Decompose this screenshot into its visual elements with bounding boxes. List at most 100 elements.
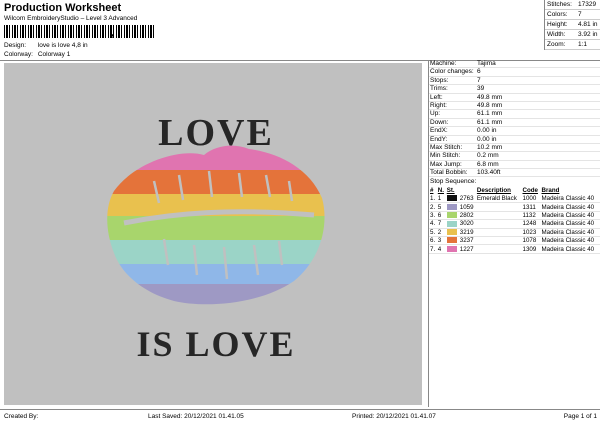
- machine-info-label: Color changes:: [430, 68, 474, 76]
- stitch-count: 2763: [458, 194, 476, 204]
- column-header: Code: [522, 186, 538, 194]
- stitches-value: 17329: [578, 1, 597, 8]
- thread-description: [475, 211, 522, 221]
- thread-description: [475, 236, 522, 246]
- table-row: 5. 2 3219 1023 Madeira Classic 40: [429, 228, 600, 237]
- thread-description: [475, 228, 522, 237]
- rainbow-lips: [107, 145, 325, 305]
- table-row: 2. 5 1059 1311 Madeira Classic 40: [429, 202, 600, 212]
- machine-info-value: 0.00 in: [477, 127, 497, 135]
- machine-info-value: 49.8 mm: [477, 101, 503, 109]
- thread-brand: Madeira Classic 40: [540, 194, 600, 204]
- color-swatch: [446, 203, 457, 210]
- column-header: Description: [476, 186, 511, 194]
- thread-code: 1309: [521, 244, 541, 254]
- lip-stripe-orange: [107, 170, 325, 194]
- colors-label: Colors:: [547, 11, 568, 18]
- sequence-number: 4.: [429, 219, 437, 229]
- machine-info-row: EndX: 0.00 in: [429, 127, 600, 136]
- thread-code: 1132: [521, 211, 541, 221]
- thread-description: Emerald Black: [475, 194, 522, 204]
- thread-code: 1311: [521, 202, 541, 212]
- machine-info-label: EndY:: [430, 135, 448, 143]
- colorway-label: Colorway:: [4, 51, 33, 58]
- column-header: N.: [437, 186, 444, 194]
- color-swatch: [446, 245, 457, 252]
- design-row: Design: love is love 4,8 in: [4, 42, 88, 49]
- machine-info-value: Tajima: [477, 60, 496, 67]
- machine-info-row: Max Stitch: 10.2 mm: [429, 144, 600, 153]
- lip-stripe-teal: [107, 240, 325, 264]
- column-header: St.: [446, 186, 455, 194]
- machine-info-label: Up:: [430, 110, 441, 118]
- love-heading: LOVE: [158, 112, 274, 154]
- needle-number: 3: [436, 236, 446, 246]
- thread-description: [475, 244, 522, 254]
- page-number: Page 1 of 1: [563, 413, 597, 420]
- needle-number: 4: [436, 244, 446, 254]
- needle-number: 1: [436, 194, 446, 204]
- created-by: Created By:: [4, 413, 39, 420]
- design-value: love is love 4,8 in: [37, 42, 88, 49]
- thread-code: 1078: [521, 236, 541, 246]
- lip-stripe-lavender: [107, 284, 325, 305]
- machine-info-row: Down: 61.1 mm: [429, 119, 600, 128]
- stitch-count: 1227: [458, 244, 476, 254]
- machine-info-row: Stops: 7: [429, 77, 600, 86]
- software-subtitle: Wilcom EmbroideryStudio – Level 3 Advanc…: [4, 15, 138, 22]
- table-row: 1. 1 2763 Emerald Black 1000 Madeira Classic …: [429, 194, 600, 204]
- colorway-row: Colorway: Colorway 1: [4, 51, 70, 58]
- color-swatch-cell: [445, 228, 459, 237]
- machine-info-label: Right:: [430, 101, 447, 109]
- machine-info-value: 6.8 mm: [477, 160, 499, 168]
- colors-value: 7: [578, 11, 582, 18]
- lip-stripe-blue: [107, 264, 325, 284]
- stitch-count: 3219: [458, 228, 476, 237]
- machine-info-label: Max Jump:: [430, 160, 462, 168]
- machine-info-value: 0.2 mm: [477, 152, 499, 160]
- color-swatch: [446, 229, 457, 236]
- machine-info-panel: Machine: Tajima Color changes: 6 Stops: 7 Trim…: [428, 60, 600, 407]
- stop-sequence-table: # N. St. Description Code Brand 1. 1 2763 Emeral…: [429, 186, 600, 254]
- needle-number: 2: [436, 228, 446, 237]
- stitches-label: Stitches:: [547, 1, 572, 8]
- color-swatch: [446, 195, 457, 202]
- color-swatch-cell: [445, 194, 459, 204]
- table-row: 3. 6 2802 1132 Madeira Classic 40: [429, 211, 600, 221]
- stitch-count: 3237: [458, 236, 476, 246]
- machine-info-label: Machine:: [430, 60, 457, 67]
- machine-info-label: EndX:: [430, 127, 448, 135]
- color-swatch: [446, 220, 457, 227]
- thread-brand: Madeira Classic 40: [540, 236, 600, 246]
- machine-info-row: Max Jump: 6.8 mm: [429, 160, 600, 170]
- thread-brand: Madeira Classic 40: [540, 202, 600, 212]
- is-love-heading: IS LOVE: [136, 324, 295, 364]
- machine-info-value: 103.40ft: [477, 169, 501, 177]
- machine-info-row: Total Bobbin: 103.40ft: [429, 169, 600, 178]
- table-row: 4. 7 3020 1248 Madeira Classic 40: [429, 219, 600, 229]
- machine-info-value: 6: [477, 68, 481, 76]
- stop-sequence-title: Stop Sequence:: [430, 178, 477, 186]
- sequence-number: 2.: [429, 202, 437, 212]
- machine-info-value: 61.1 mm: [477, 110, 503, 118]
- thread-description: [475, 202, 522, 212]
- zoom-row: Zoom: 1:1: [545, 40, 600, 50]
- color-swatch-cell: [445, 236, 459, 246]
- color-swatch-cell: [445, 244, 459, 254]
- design-artwork: LOVE IS LOVE: [107, 112, 325, 364]
- design-preview[interactable]: LOVE IS LOVE: [4, 63, 422, 405]
- sequence-number: 3.: [429, 211, 437, 221]
- design-label: Design:: [4, 42, 27, 49]
- stitch-count: 3020: [458, 219, 476, 229]
- thread-description: [475, 219, 522, 229]
- width-value: 3.92 in: [578, 31, 598, 38]
- sequence-number: 6.: [429, 236, 437, 246]
- stitch-count: 2802: [458, 211, 476, 221]
- thread-brand: Madeira Classic 40: [540, 211, 600, 221]
- thread-brand: Madeira Classic 40: [540, 244, 600, 254]
- machine-info-list: Machine: Tajima Color changes: 6 Stops: 7 Trim…: [429, 60, 600, 178]
- width-row: Width: 3.92 in: [545, 30, 600, 40]
- needle-number: 7: [436, 219, 446, 229]
- footer: Created By: Last Saved: 20/12/2021 01.41…: [0, 409, 600, 424]
- machine-info-value: 0.00 in: [477, 135, 497, 143]
